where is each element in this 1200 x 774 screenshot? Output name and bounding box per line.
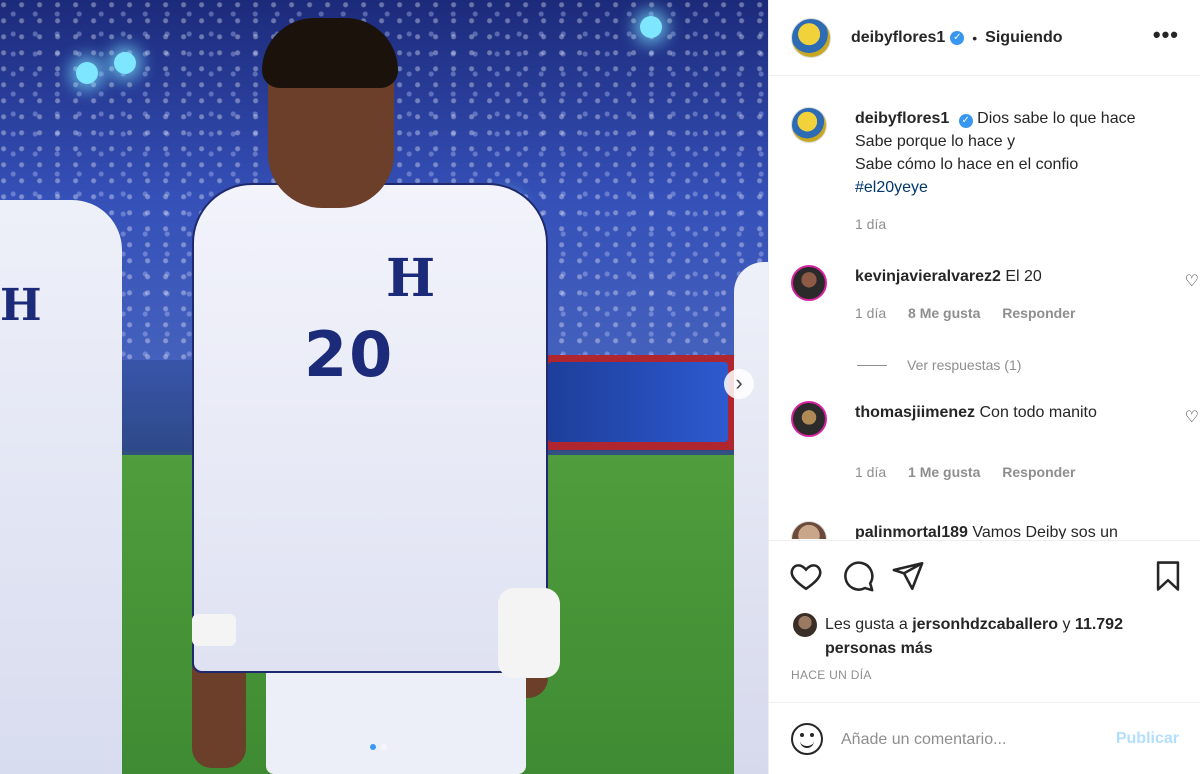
player: H 20 [186,18,576,774]
publish-button[interactable]: Publicar [1116,730,1179,748]
stadium-light [76,62,98,84]
stadium-light [114,52,136,74]
stadium-light [640,16,662,38]
replies-line [857,364,887,366]
comment-text: Vamos Deiby sos un [972,524,1118,539]
view-replies-button[interactable]: Ver respuestas (1) [857,357,1021,373]
liker-username[interactable]: jersonhdzcaballero [912,616,1058,633]
post-side-panel: deibyflores1 ✓ • Siguiendo ••• deibyflor… [768,0,1200,774]
carousel-next-button[interactable]: › [724,369,754,399]
comment-meta: 1 día 8 Me gusta Responder [855,302,1161,325]
comment-username[interactable]: thomasjiimenez [855,404,975,421]
author-avatar[interactable] [791,107,827,143]
comment-text: Con todo manito [979,404,1097,421]
comment-body: kevinjavieralvarez2 El 20 1 día 8 Me gus… [855,265,1161,325]
jersey-number: 20 [304,318,395,391]
comment-input[interactable] [841,725,1091,755]
teammate-right [734,262,768,774]
caption-time[interactable]: 1 día [855,216,886,232]
share-icon[interactable] [891,559,925,593]
player-hair [262,18,398,88]
verified-icon: ✓ [958,114,973,128]
commenter-avatar[interactable] [791,521,827,539]
carousel-dot [370,744,376,750]
verified-icon: ✓ [950,30,965,45]
comment-username[interactable]: palinmortal189 [855,524,968,539]
jersey-letter: H [386,248,436,309]
view-replies-label: Ver respuestas (1) [907,357,1022,373]
likes-connector: y [1062,616,1071,633]
comment-time[interactable]: 1 día [855,464,886,480]
comment-username[interactable]: kevinjavieralvarez2 [855,268,1001,285]
separator-dot: • [972,29,978,46]
commenter-avatar[interactable] [791,401,827,437]
commenter-avatar[interactable] [791,265,827,301]
post-actions: Les gusta a jersonhdzcaballero y 11.792 … [769,540,1200,700]
post-photo[interactable]: H H 20 › [0,0,768,774]
hand-bandage [498,588,560,678]
comment-text: El 20 [1005,268,1042,285]
carousel-dots [370,744,387,750]
heart-icon[interactable] [789,559,823,593]
teammate-left: H [0,200,122,774]
add-comment-bar: Publicar [769,702,1200,774]
likes-text: Les gusta a jersonhdzcaballero y 11.792 … [825,613,1155,661]
comment-body: thomasjiimenez Con todo manito 1 día 1 M… [855,401,1161,484]
comment-body: palinmortal189 Vamos Deiby sos un [855,521,1161,539]
caption-text: Sabe porque lo hace y [855,133,1016,150]
comment-meta: 1 día 1 Me gusta Responder [855,461,1161,484]
more-icon[interactable]: ••• [1153,22,1179,48]
comment-like-heart-icon[interactable]: ♡ [1185,271,1199,291]
comment-like-heart-icon[interactable]: ♡ [1185,407,1199,427]
bookmark-icon[interactable] [1151,559,1185,593]
follow-status-button[interactable]: Siguiendo [985,29,1062,47]
wrist-bandage [192,614,236,646]
caption-body: deibyflores1 ✓ Dios sabe lo que hace Sab… [855,107,1161,236]
reply-button[interactable]: Responder [1002,464,1075,480]
comment-likes[interactable]: 1 Me gusta [908,464,980,480]
caption-text: Sabe cómo lo hace en el confio [855,156,1079,173]
comment-icon[interactable] [841,559,875,593]
comments-list[interactable]: deibyflores1 ✓ Dios sabe lo que hace Sab… [769,77,1200,539]
post-header: deibyflores1 ✓ • Siguiendo ••• [769,0,1200,76]
liker-avatar[interactable] [793,613,817,637]
author-username[interactable]: deibyflores1 [851,29,945,47]
caption-username[interactable]: deibyflores1 [855,110,949,127]
caption-text: Dios sabe lo que hace [977,110,1136,127]
likes-summary: Les gusta a jersonhdzcaballero y 11.792 … [793,613,1155,661]
comment-likes[interactable]: 8 Me gusta [908,305,980,321]
posted-time[interactable]: HACE UN DÍA [791,668,872,682]
hashtag-link[interactable]: #el20yeye [855,179,928,196]
author-avatar[interactable] [791,17,831,58]
carousel-dot [381,744,387,750]
emoji-icon[interactable] [791,723,823,755]
likes-prefix: Les gusta a [825,616,908,633]
reply-button[interactable]: Responder [1002,305,1075,321]
comment-time[interactable]: 1 día [855,305,886,321]
jersey-letter: H [0,280,42,331]
player-jersey [192,183,548,673]
caption-meta: 1 día [855,213,1161,236]
